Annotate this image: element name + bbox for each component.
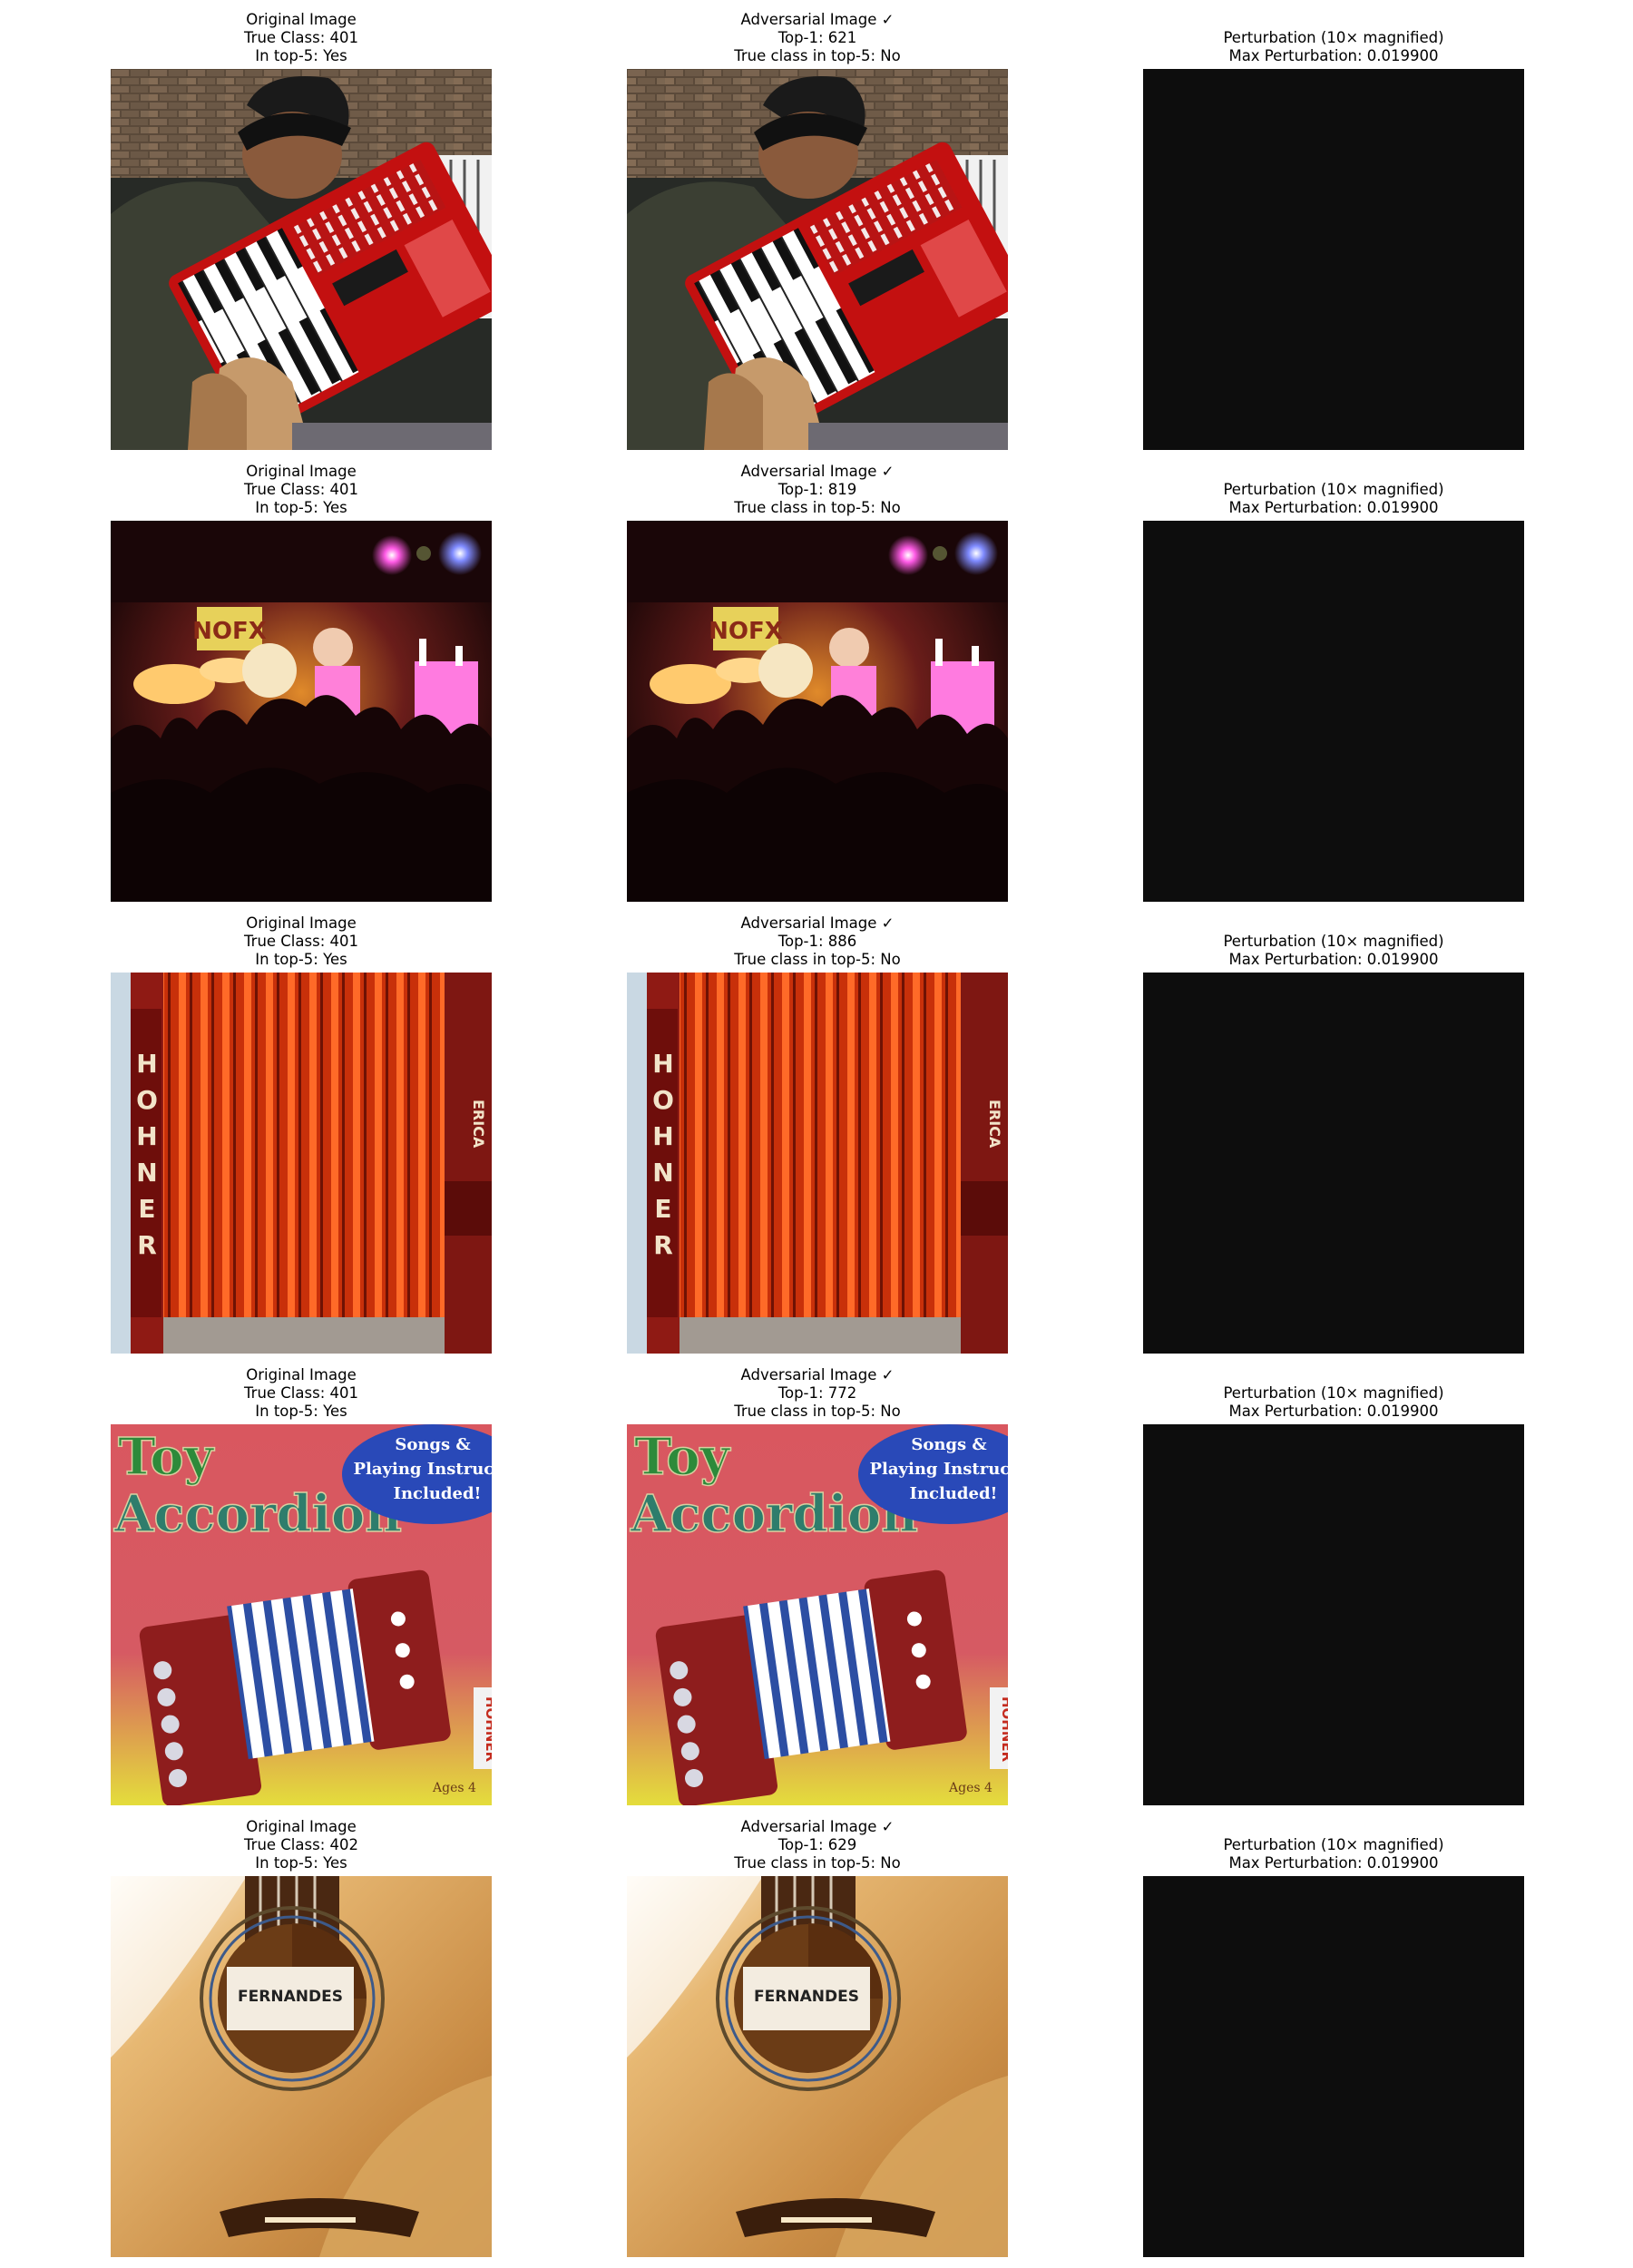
original-title-5: Original Image [246,1818,357,1835]
result-row-2: Original Image True Class: 401 In top-5:… [0,452,1633,902]
original-caption-1: Original Image True Class: 401 In top-5:… [74,11,528,65]
original-caption-2: Original Image True Class: 401 In top-5:… [74,463,528,517]
original-title-4: Original Image [246,1366,357,1383]
adversarial-title-5: Adversarial Image ✓ [740,1818,895,1835]
true-class-5: True Class: 402 [244,1836,358,1853]
perturbation-cell-1: Perturbation (10× magnified) Max Perturb… [1143,0,1524,450]
adversarial-top5-status-2: True class in top-5: No [734,499,901,516]
adversarial-cell-5: Adversarial Image ✓ Top-1: 629 True clas… [627,1807,1008,2257]
top1-prediction-5: Top-1: 629 [777,1836,857,1853]
result-row-3: Original Image True Class: 401 In top-5:… [0,904,1633,1354]
adversarial-caption-3: Adversarial Image ✓ Top-1: 886 True clas… [591,914,1044,969]
perturbation-image-1 [1143,69,1524,450]
original-image-4 [111,1424,492,1805]
adversarial-title-3: Adversarial Image ✓ [740,914,895,932]
original-title-1: Original Image [246,11,357,28]
original-cell-2: Original Image True Class: 401 In top-5:… [111,452,492,902]
perturbation-cell-4: Perturbation (10× magnified) Max Perturb… [1143,1355,1524,1805]
perturbation-caption-1: Perturbation (10× magnified) Max Perturb… [1107,29,1560,65]
perturbation-cell-5: Perturbation (10× magnified) Max Perturb… [1143,1807,1524,2257]
result-row-4: Original Image True Class: 401 In top-5:… [0,1355,1633,1805]
adversarial-title-2: Adversarial Image ✓ [740,463,895,480]
adversarial-caption-5: Adversarial Image ✓ Top-1: 629 True clas… [591,1818,1044,1872]
true-class-3: True Class: 401 [244,933,358,950]
original-image-5 [111,1876,492,2257]
top1-prediction-1: Top-1: 621 [777,29,857,46]
adversarial-title-1: Adversarial Image ✓ [740,11,895,28]
adversarial-image-2 [627,521,1008,902]
adversarial-image-5 [627,1876,1008,2257]
top5-status-4: In top-5: Yes [255,1403,347,1420]
adversarial-top5-status-5: True class in top-5: No [734,1854,901,1872]
adversarial-image-3 [627,973,1008,1354]
max-perturbation-3: Max Perturbation: 0.019900 [1228,951,1439,968]
true-class-4: True Class: 401 [244,1384,358,1402]
original-title-3: Original Image [246,914,357,932]
original-title-2: Original Image [246,463,357,480]
perturbation-cell-2: Perturbation (10× magnified) Max Perturb… [1143,452,1524,902]
max-perturbation-5: Max Perturbation: 0.019900 [1228,1854,1439,1872]
perturbation-caption-4: Perturbation (10× magnified) Max Perturb… [1107,1384,1560,1421]
adversarial-cell-3: Adversarial Image ✓ Top-1: 886 True clas… [627,904,1008,1354]
top1-prediction-4: Top-1: 772 [777,1384,857,1402]
top1-prediction-3: Top-1: 886 [777,933,857,950]
perturbation-caption-5: Perturbation (10× magnified) Max Perturb… [1107,1836,1560,1872]
original-cell-5: Original Image True Class: 402 In top-5:… [111,1807,492,2257]
adversarial-top5-status-3: True class in top-5: No [734,951,901,968]
adversarial-image-4 [627,1424,1008,1805]
top1-prediction-2: Top-1: 819 [777,481,857,498]
result-row-5: Original Image True Class: 402 In top-5:… [0,1807,1633,2257]
perturbation-title-1: Perturbation (10× magnified) [1223,29,1444,46]
adversarial-cell-2: Adversarial Image ✓ Top-1: 819 True clas… [627,452,1008,902]
original-cell-4: Original Image True Class: 401 In top-5:… [111,1355,492,1805]
original-caption-4: Original Image True Class: 401 In top-5:… [74,1366,528,1421]
top5-status-5: In top-5: Yes [255,1854,347,1872]
original-image-3 [111,973,492,1354]
perturbation-caption-3: Perturbation (10× magnified) Max Perturb… [1107,933,1560,969]
perturbation-title-2: Perturbation (10× magnified) [1223,481,1444,498]
perturbation-caption-2: Perturbation (10× magnified) Max Perturb… [1107,481,1560,517]
max-perturbation-1: Max Perturbation: 0.019900 [1228,47,1439,64]
adversarial-top5-status-1: True class in top-5: No [734,47,901,64]
top5-status-2: In top-5: Yes [255,499,347,516]
perturbation-title-5: Perturbation (10× magnified) [1223,1836,1444,1853]
perturbation-title-4: Perturbation (10× magnified) [1223,1384,1444,1402]
original-image-1 [111,69,492,450]
perturbation-image-3 [1143,973,1524,1354]
adversarial-top5-status-4: True class in top-5: No [734,1403,901,1420]
results-grid: Original Image True Class: 401 In top-5:… [0,0,1633,2268]
adversarial-caption-2: Adversarial Image ✓ Top-1: 819 True clas… [591,463,1044,517]
perturbation-image-5 [1143,1876,1524,2257]
adversarial-cell-1: Adversarial Image ✓ Top-1: 621 True clas… [627,0,1008,450]
max-perturbation-4: Max Perturbation: 0.019900 [1228,1403,1439,1420]
true-class-2: True Class: 401 [244,481,358,498]
original-image-2 [111,521,492,902]
top5-status-1: In top-5: Yes [255,47,347,64]
result-row-1: Original Image True Class: 401 In top-5:… [0,0,1633,450]
top5-status-3: In top-5: Yes [255,951,347,968]
original-caption-5: Original Image True Class: 402 In top-5:… [74,1818,528,1872]
adversarial-caption-4: Adversarial Image ✓ Top-1: 772 True clas… [591,1366,1044,1421]
original-cell-3: Original Image True Class: 401 In top-5:… [111,904,492,1354]
original-caption-3: Original Image True Class: 401 In top-5:… [74,914,528,969]
max-perturbation-2: Max Perturbation: 0.019900 [1228,499,1439,516]
true-class-1: True Class: 401 [244,29,358,46]
adversarial-title-4: Adversarial Image ✓ [740,1366,895,1383]
adversarial-cell-4: Adversarial Image ✓ Top-1: 772 True clas… [627,1355,1008,1805]
perturbation-title-3: Perturbation (10× magnified) [1223,933,1444,950]
original-cell-1: Original Image True Class: 401 In top-5:… [111,0,492,450]
adversarial-image-1 [627,69,1008,450]
perturbation-image-2 [1143,521,1524,902]
adversarial-caption-1: Adversarial Image ✓ Top-1: 621 True clas… [591,11,1044,65]
perturbation-image-4 [1143,1424,1524,1805]
perturbation-cell-3: Perturbation (10× magnified) Max Perturb… [1143,904,1524,1354]
